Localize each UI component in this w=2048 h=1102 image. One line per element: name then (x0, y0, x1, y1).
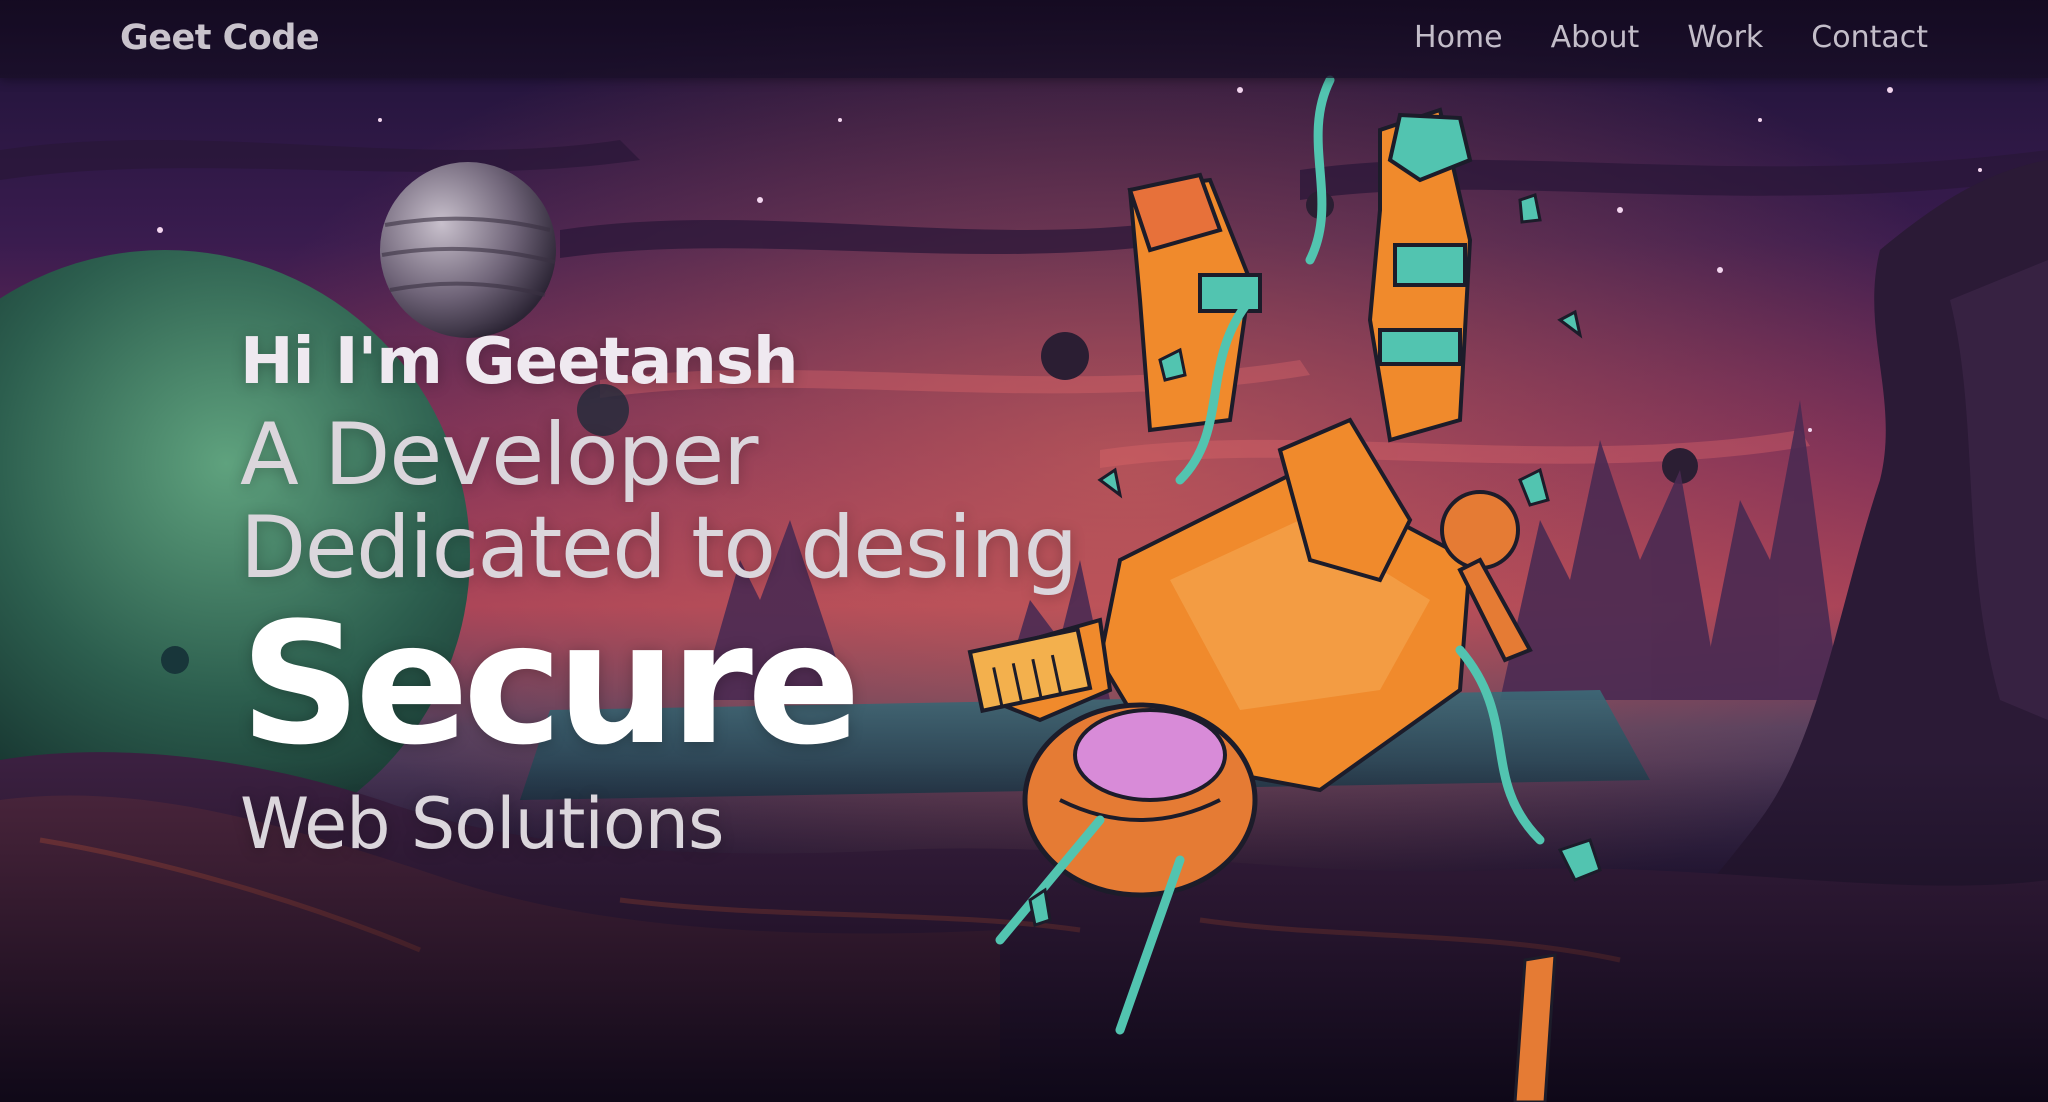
nav-link-work[interactable]: Work (1687, 20, 1763, 55)
nav-links: Home About Work Contact (1414, 20, 1928, 55)
hero-subtitle: Web Solutions (240, 783, 724, 865)
nav-link-about[interactable]: About (1551, 20, 1640, 55)
brand-logo[interactable]: Geet Code (120, 18, 320, 58)
top-navbar: Geet Code Home About Work Contact (0, 0, 2048, 78)
hero-page: Geet Code Home About Work Contact Hi I'm… (0, 0, 2048, 1102)
hero-role: A Developer (240, 405, 758, 505)
hero-highlight-word: Secure (240, 586, 861, 782)
hero-greeting: Hi I'm Geetansh (240, 325, 798, 399)
nav-link-contact[interactable]: Contact (1811, 20, 1928, 55)
hero-tagline: Dedicated to desing (240, 498, 1078, 598)
nav-link-home[interactable]: Home (1414, 20, 1503, 55)
